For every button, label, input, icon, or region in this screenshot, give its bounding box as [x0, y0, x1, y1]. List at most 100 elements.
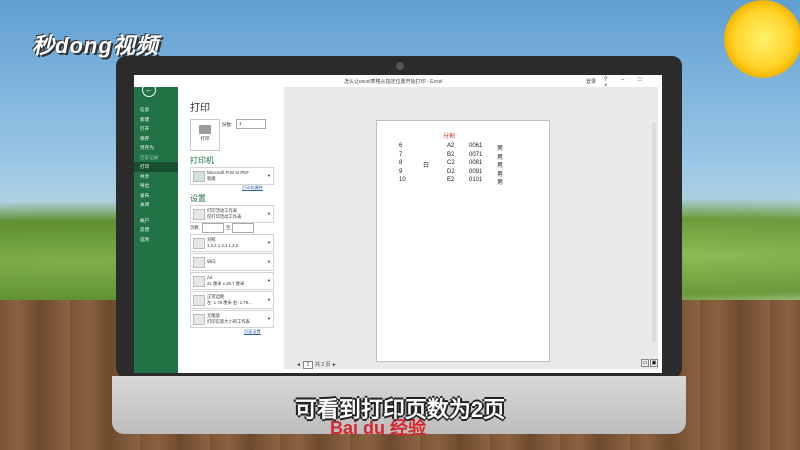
- printer-heading: 打印机: [190, 156, 214, 165]
- preview-cell-num: 0081: [469, 160, 483, 166]
- orientation-value: 纵向: [207, 259, 216, 264]
- margins-dropdown[interactable]: 正常边距 左: 1.78 厘米 右: 1.78... ▼: [190, 291, 274, 309]
- sidebar-item-1[interactable]: 新建: [134, 115, 178, 125]
- chevron-down-icon: ▼: [267, 297, 271, 302]
- sidebar-item-3[interactable]: 保存: [134, 134, 178, 144]
- preview-cell-n: 8: [399, 160, 403, 166]
- chevron-down-icon: ▼: [267, 211, 271, 216]
- print-what-dropdown[interactable]: 打印活动工作表 仅打印活动工作表 ▼: [190, 205, 274, 223]
- scaling-icon: [193, 314, 205, 325]
- preview-row: 6 A2 0061 男: [377, 143, 549, 152]
- scaling-value: 无缩放: [207, 313, 220, 318]
- webcam-icon: [396, 62, 404, 70]
- sidebar-item-12[interactable]: 反馈: [134, 225, 178, 235]
- sidebar-item-4[interactable]: 另存为: [134, 143, 178, 153]
- paper-size-dropdown[interactable]: A4 21 厘米 x 29.7 厘米 ▼: [190, 272, 274, 290]
- preview-cell-code: C2: [447, 160, 455, 166]
- paper-desc: 21 厘米 x 29.7 厘米: [207, 281, 245, 286]
- pages-from-input[interactable]: [202, 223, 224, 233]
- preview-cell-n: 6: [399, 143, 403, 149]
- printer-name: Microsoft Print to PDF: [207, 170, 250, 175]
- margins-icon: [193, 295, 205, 306]
- video-subtitle: 可看到打印页数为2页: [294, 397, 506, 422]
- preview-cell-num: 0071: [469, 151, 483, 158]
- sidebar-item-8[interactable]: 导出: [134, 181, 178, 191]
- preview-cell-code: E2: [447, 177, 455, 183]
- sheet-icon: [193, 209, 205, 220]
- excel-window: ← 信息 新建 打开 保存 另存为 历史记录 打印 共享 导出 发布 关闭 帐户 反馈 选项 怎么让exc…: [134, 75, 662, 373]
- backstage-sidebar: ← 信息 新建 打开 保存 另存为 历史记录 打印 共享 导出 发布 关闭 帐户 反馈 选项: [134, 75, 178, 373]
- copies-spinner[interactable]: 1: [236, 119, 266, 129]
- chevron-down-icon: ▼: [267, 259, 271, 264]
- vertical-scrollbar[interactable]: [652, 123, 656, 343]
- collate-desc: 1,2,3 1,2,3 1,2,3: [207, 243, 239, 248]
- preview-cell-n: 7: [399, 151, 403, 158]
- printer-status: 就绪: [207, 176, 216, 181]
- preview-page: 分割 6 A2 0061 男 7 B2 0071 男 8 白 C2 0081 男 9 D2 0091 男 10 E2…: [376, 120, 550, 362]
- chevron-down-icon: ▼: [267, 240, 271, 245]
- print-what-value: 打印活动工作表: [207, 208, 238, 213]
- scaling-desc: 打印实际大小的工作表: [207, 319, 250, 324]
- zoom-to-page-icon[interactable]: ▣: [650, 359, 658, 367]
- settings-heading: 设置: [190, 194, 206, 203]
- chevron-down-icon: ▼: [267, 316, 271, 321]
- collate-dropdown[interactable]: 对照 1,2,3 1,2,3 1,2,3 ▼: [190, 234, 274, 252]
- sidebar-item-11[interactable]: 帐户: [134, 216, 178, 226]
- sidebar-item-5[interactable]: 历史记录: [134, 153, 178, 163]
- pages-to-input[interactable]: [232, 223, 254, 233]
- total-pages: 共 2 页: [314, 362, 331, 368]
- title-bar: 怎么让excel表格从指定位置开始打印 - Excel 登录 ? – □ ×: [134, 75, 662, 89]
- show-margins-icon[interactable]: ▭: [641, 359, 649, 367]
- preview-row: 8 白 C2 0081 男: [377, 160, 549, 169]
- sidebar-item-0[interactable]: 信息: [134, 105, 178, 115]
- preview-cell-code: D2: [447, 168, 455, 175]
- preview-row: 9 D2 0091 男: [377, 168, 549, 178]
- preview-row: 10 E2 0101 男: [377, 177, 549, 186]
- chevron-down-icon: ▼: [267, 278, 271, 283]
- preview-cell-code: B2: [447, 151, 455, 158]
- window-title: 怎么让excel表格从指定位置开始打印 - Excel: [344, 79, 443, 85]
- paper-icon: [193, 276, 205, 287]
- print-settings-pane: 打印 打印 份数: 1 打印机 Microsoft Print to PDF 就绪…: [178, 87, 284, 373]
- printer-status-icon: [193, 171, 205, 182]
- print-what-desc: 仅打印活动工作表: [207, 214, 242, 219]
- page-setup-link[interactable]: 页面设置: [244, 329, 261, 335]
- preview-row: 7 B2 0071 男: [377, 151, 549, 161]
- preview-title: 分割: [443, 134, 456, 140]
- sidebar-item-10[interactable]: 关闭: [134, 200, 178, 210]
- login-link[interactable]: 登录: [586, 78, 596, 85]
- pages-to-label: 至: [226, 225, 231, 230]
- preview-cell-code: A2: [447, 143, 455, 149]
- sidebar-item-9[interactable]: 发布: [134, 191, 178, 201]
- chevron-down-icon: ▼: [267, 173, 271, 178]
- print-heading: 打印: [190, 103, 210, 114]
- sidebar-item-13[interactable]: 选项: [134, 235, 178, 245]
- sidebar-item-2[interactable]: 打开: [134, 124, 178, 134]
- orientation-dropdown[interactable]: 纵向 ▼: [190, 253, 274, 271]
- printer-properties-link[interactable]: 打印机属性: [242, 185, 263, 191]
- sidebar-menu: 信息 新建 打开 保存 另存为 历史记录 打印 共享 导出 发布 关闭帐户 反馈 选项: [134, 105, 178, 244]
- preview-cell-n: 9: [399, 168, 403, 175]
- copies-label: 份数:: [222, 122, 233, 127]
- preview-cell-num: 0091: [469, 168, 483, 175]
- preview-cell-sex: 男: [497, 180, 504, 186]
- next-page-icon[interactable]: ►: [332, 362, 337, 368]
- margins-desc: 左: 1.78 厘米 右: 1.78...: [207, 300, 252, 305]
- preview-cell-n: 10: [399, 177, 406, 183]
- portrait-icon: [193, 257, 205, 268]
- preview-view-buttons: ▭ ▣: [640, 359, 658, 367]
- print-button-label: 打印: [200, 136, 210, 141]
- current-page-input[interactable]: 2: [302, 361, 313, 369]
- paper-value: A4: [207, 275, 213, 280]
- preview-cell-num: 0101: [469, 177, 483, 183]
- collate-value: 对照: [207, 237, 216, 242]
- scaling-dropdown[interactable]: 无缩放 打印实际大小的工作表 ▼: [190, 310, 274, 328]
- sidebar-item-6[interactable]: 打印: [134, 162, 178, 172]
- printer-dropdown[interactable]: Microsoft Print to PDF 就绪 ▼: [190, 167, 274, 185]
- sidebar-item-7[interactable]: 共享: [134, 172, 178, 182]
- page-navigator: ◄ 2 共 2 页 ►: [296, 361, 337, 369]
- print-preview-area: 分割 6 A2 0061 男 7 B2 0071 男 8 白 C2 0081 男 9 D2 0091 男 10 E2…: [284, 87, 658, 369]
- prev-page-icon[interactable]: ◄: [296, 362, 301, 368]
- print-button[interactable]: 打印: [190, 119, 220, 151]
- collate-icon: [193, 238, 205, 249]
